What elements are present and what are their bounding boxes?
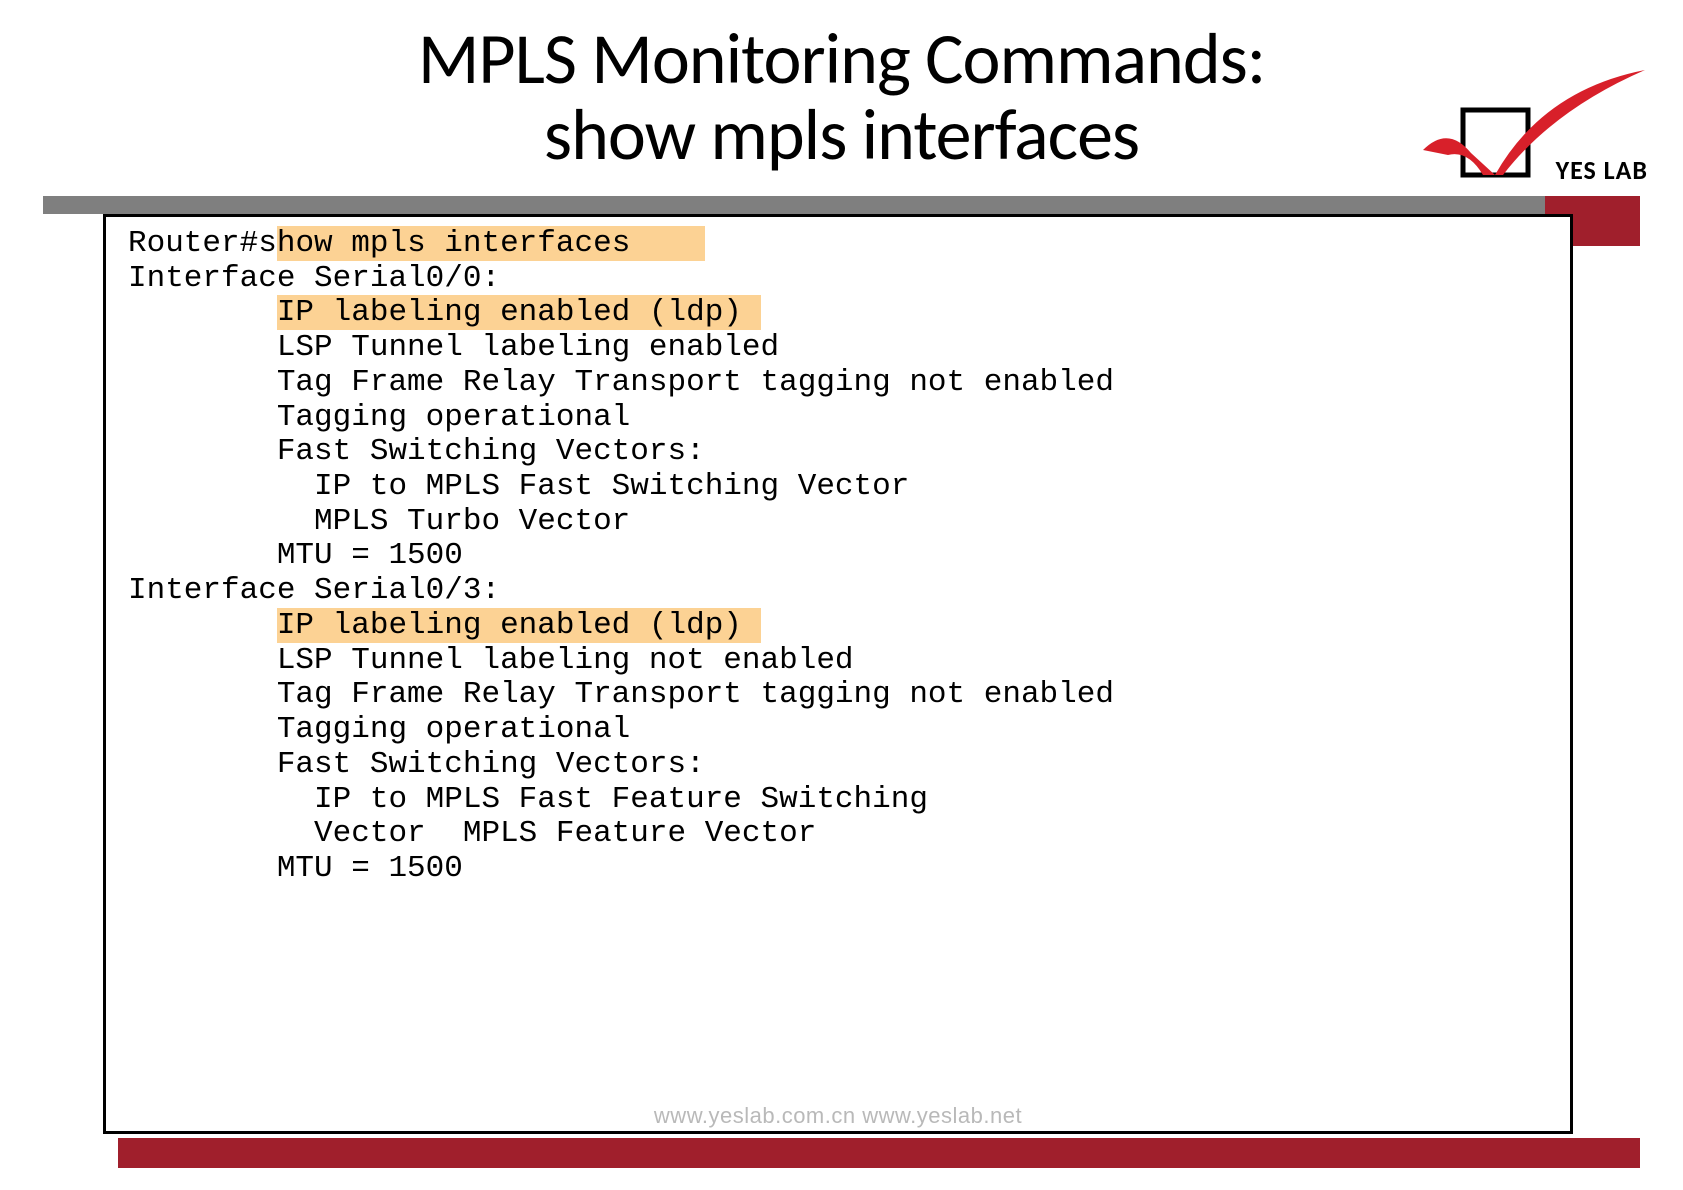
term-row: LSP Tunnel labeling enabled <box>128 331 1550 366</box>
prompt: Router# <box>128 226 258 261</box>
cmd-highlight: how mpls interfaces <box>277 226 630 261</box>
term-row: MTU = 1500 <box>128 852 1550 887</box>
cmd-highlight-pad <box>630 226 704 261</box>
term-row: Tag Frame Relay Transport tagging not en… <box>128 678 1550 713</box>
term-row: IP labeling enabled (ldp) <box>128 296 1550 331</box>
term-row: Tag Frame Relay Transport tagging not en… <box>128 366 1550 401</box>
term-row: IP to MPLS Fast Feature Switching <box>128 783 1550 818</box>
logo-text: YES LAB <box>1556 154 1648 186</box>
term-row: Interface Serial0/0: <box>128 262 1550 297</box>
term-row: LSP Tunnel labeling not enabled <box>128 644 1550 679</box>
title-line-2: show mpls interfaces <box>544 91 1139 179</box>
term-row: Tagging operational <box>128 401 1550 436</box>
term-row: Tagging operational <box>128 713 1550 748</box>
highlight-pad <box>742 295 761 330</box>
bottom-accent-bar <box>118 1138 1640 1168</box>
highlight-ip-label: IP labeling enabled (ldp) <box>277 295 742 330</box>
highlight-ip-label: IP labeling enabled (ldp) <box>277 608 742 643</box>
term-row: Fast Switching Vectors: <box>128 435 1550 470</box>
term-row: MTU = 1500 <box>128 539 1550 574</box>
yeslab-logo: YES LAB <box>1413 55 1648 190</box>
term-row: Fast Switching Vectors: <box>128 748 1550 783</box>
term-row: MPLS Turbo Vector <box>128 505 1550 540</box>
term-row: IP to MPLS Fast Switching Vector <box>128 470 1550 505</box>
divider-bar <box>43 196 1640 214</box>
term-row: Vector MPLS Feature Vector <box>128 817 1550 852</box>
terminal-output: Router#show mpls interfaces Interface Se… <box>103 214 1573 1134</box>
term-row-command: Router#show mpls interfaces <box>128 227 1550 262</box>
watermark-url: www.yeslab.com.cn www.yeslab.net <box>106 1104 1570 1129</box>
term-row: Interface Serial0/3: <box>128 574 1550 609</box>
highlight-pad <box>742 608 761 643</box>
cmd-plain: s <box>258 226 277 261</box>
term-row: IP labeling enabled (ldp) <box>128 609 1550 644</box>
